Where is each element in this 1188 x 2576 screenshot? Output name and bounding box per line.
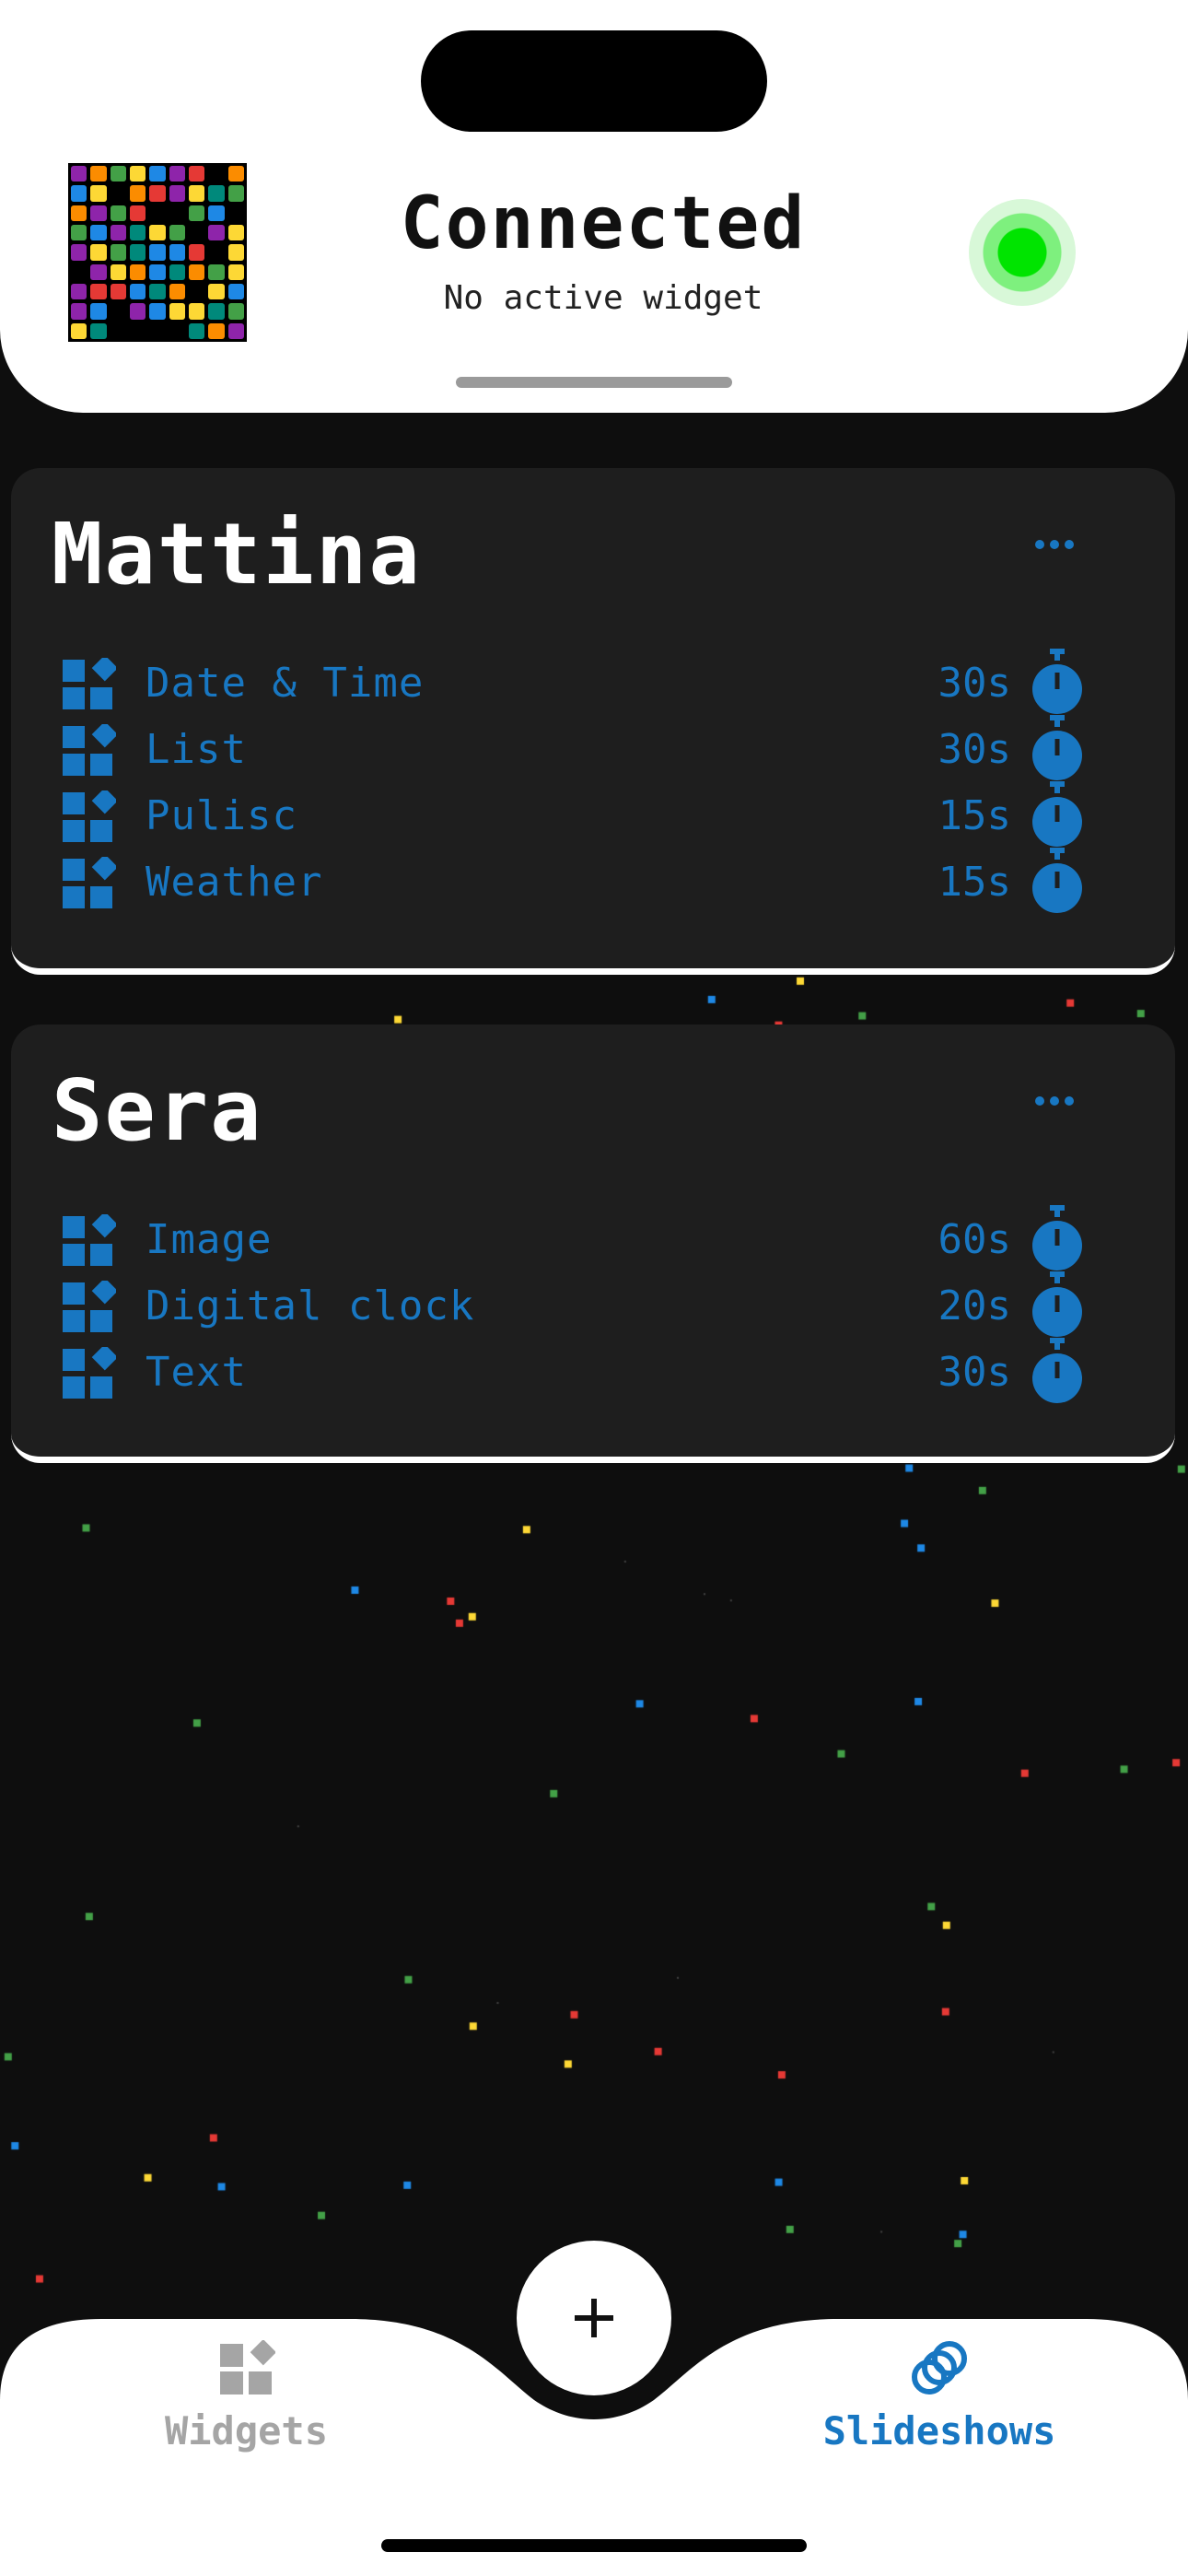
connection-status-title: Connected (400, 182, 807, 265)
stopwatch-icon[interactable] (1030, 1271, 1085, 1338)
slideshow-item[interactable]: Image 60s (63, 1205, 1122, 1271)
widget-duration: 30s (938, 726, 1011, 773)
widget-label: Date & Time (146, 660, 425, 707)
stopwatch-icon[interactable] (1030, 1205, 1085, 1271)
widget-icon (63, 658, 116, 709)
connection-header: Connected No active widget (0, 0, 1188, 413)
more-options-icon[interactable] (1035, 540, 1074, 549)
widget-icon (63, 790, 116, 842)
slideshow-item[interactable]: Text 30s (63, 1338, 1122, 1404)
tab-slideshows-label: Slideshows (822, 2408, 1056, 2453)
widget-duration: 30s (938, 1349, 1011, 1396)
widget-label: Image (146, 1216, 273, 1263)
home-indicator (381, 2539, 807, 2552)
slideshow-item[interactable]: Weather 15s (63, 848, 1122, 914)
slideshow-item[interactable]: Pulisc 15s (63, 781, 1122, 848)
widget-icon (63, 724, 116, 776)
slideshow-item[interactable]: List 30s (63, 715, 1122, 781)
widget-icon (63, 857, 116, 908)
more-options-icon[interactable] (1035, 1096, 1074, 1106)
widget-icon (63, 1347, 116, 1399)
stopwatch-icon[interactable] (1030, 1338, 1085, 1404)
widget-icon (63, 1214, 116, 1266)
tab-slideshows[interactable]: Slideshows (820, 2340, 1059, 2453)
app-logo-pixel-grid (68, 163, 247, 342)
stopwatch-icon[interactable] (1030, 715, 1085, 781)
widget-label: Text (146, 1349, 247, 1396)
slideshow-title: Mattina (52, 505, 422, 603)
widget-duration: 30s (938, 660, 1011, 707)
widget-label: Pulisc (146, 792, 297, 839)
widget-label: List (146, 726, 247, 773)
tab-widgets[interactable]: Widgets (138, 2339, 355, 2453)
dynamic-island (421, 30, 767, 132)
slideshow-item[interactable]: Digital clock 20s (63, 1271, 1122, 1338)
widget-duration: 60s (938, 1216, 1011, 1263)
active-widget-status: No active widget (443, 279, 763, 317)
stopwatch-icon[interactable] (1030, 649, 1085, 715)
plus-icon (575, 2299, 613, 2337)
widgets-icon (219, 2339, 276, 2395)
widget-label: Digital clock (146, 1282, 475, 1329)
stopwatch-icon[interactable] (1030, 848, 1085, 914)
slideshow-card-mattina[interactable]: Mattina Date & Time 30s List 30s Pulisc … (11, 468, 1175, 975)
widget-duration: 15s (938, 859, 1011, 906)
widget-icon (63, 1281, 116, 1332)
tab-widgets-label: Widgets (164, 2408, 328, 2453)
widget-duration: 20s (938, 1282, 1011, 1329)
stopwatch-icon[interactable] (1030, 781, 1085, 848)
widget-label: Weather (146, 859, 323, 906)
add-slideshow-button[interactable] (517, 2241, 671, 2395)
slideshows-icon (912, 2341, 967, 2395)
slideshow-title: Sera (52, 1061, 263, 1160)
drag-handle[interactable] (456, 377, 732, 388)
widget-duration: 15s (938, 792, 1011, 839)
slideshow-item[interactable]: Date & Time 30s (63, 649, 1122, 715)
slideshow-card-sera[interactable]: Sera Image 60s Digital clock 20s Text 30… (11, 1025, 1175, 1463)
connection-indicator-icon (969, 199, 1076, 306)
